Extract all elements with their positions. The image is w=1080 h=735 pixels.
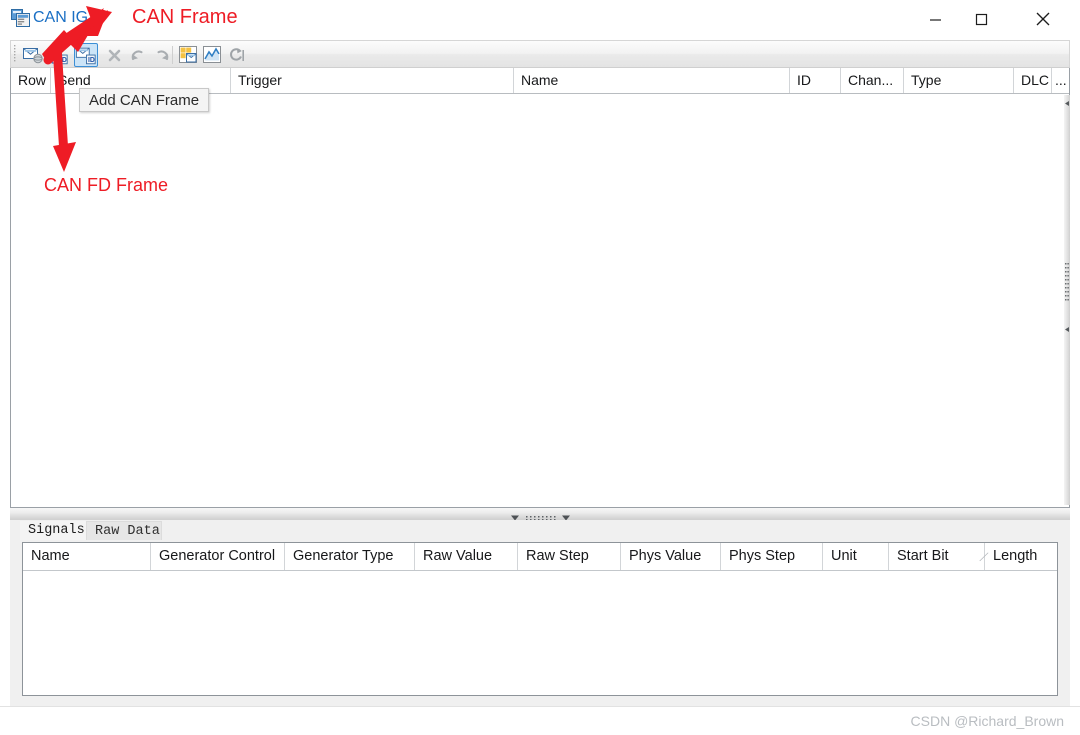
annotation-can-fd-frame: CAN FD Frame (44, 175, 169, 195)
splitter-up-arrow-icon[interactable] (1064, 95, 1070, 106)
signals-column-header-generator-type[interactable]: Generator Type (285, 543, 415, 570)
app-title: CAN IG (33, 9, 89, 26)
status-strip: CSDN @Richard_Brown (0, 706, 1080, 735)
column-header-more[interactable]: ... (1052, 68, 1069, 93)
csdn-watermark: CSDN @Richard_Brown (910, 713, 1064, 729)
signals-table-header: Name Generator Control Generator Type Ra… (23, 543, 1057, 571)
frames-table-panel: Row Send Trigger Name ID Chan... Type DL… (10, 68, 1070, 508)
horizontal-splitter[interactable] (10, 508, 1070, 521)
bottom-tab-strip: Signals Raw Data (10, 520, 1070, 540)
tooltip-add-can-frame: Add CAN Frame (79, 88, 210, 112)
maximize-button[interactable] (958, 0, 1004, 38)
column-header-trigger[interactable]: Trigger (231, 68, 514, 93)
can-ig-window: CAN IG FD ID ID Row Send Trigger Name ID… (0, 0, 1080, 735)
toolbar-drag-grip[interactable] (14, 45, 18, 64)
svg-text:ID: ID (88, 57, 95, 64)
splitter-down-arrow-icon[interactable] (1064, 321, 1070, 332)
column-header-dlc[interactable]: DLC (1014, 68, 1052, 93)
undo-icon[interactable] (127, 44, 149, 66)
signals-table: Name Generator Control Generator Type Ra… (22, 542, 1058, 696)
column-header-row[interactable]: Row (11, 68, 51, 93)
column-header-id[interactable]: ID (790, 68, 841, 93)
vertical-splitter[interactable] (1064, 95, 1070, 505)
add-can-frame-icon[interactable]: ID (74, 43, 98, 67)
splitter-grip-dots (1065, 263, 1069, 315)
database-icon[interactable] (177, 44, 199, 66)
signals-column-header-unit[interactable]: Unit (823, 543, 889, 570)
column-header-type[interactable]: Type (904, 68, 1014, 93)
can-ig-app-icon (11, 9, 30, 27)
signals-column-header-raw-step[interactable]: Raw Step (518, 543, 621, 570)
horizontal-splitter-grip (510, 510, 580, 521)
signals-panel: Signals Raw Data Name Generator Control … (10, 520, 1070, 706)
frames-table-body[interactable] (11, 94, 1069, 506)
redo-icon[interactable] (151, 44, 173, 66)
toolbar: FD ID ID (10, 40, 1070, 68)
toolbar-separator (172, 46, 173, 64)
svg-text:ID: ID (60, 57, 67, 64)
signals-column-header-name[interactable]: Name (23, 543, 151, 570)
refresh-icon[interactable] (225, 44, 247, 66)
svg-text:FD: FD (47, 58, 56, 65)
signals-column-header-phys-value[interactable]: Phys Value (621, 543, 721, 570)
signals-column-header-generator-control[interactable]: Generator Control (151, 543, 285, 570)
column-header-channel[interactable]: Chan... (841, 68, 904, 93)
signals-column-header-start-bit[interactable]: Start Bit (889, 543, 985, 570)
graphics-icon[interactable] (201, 44, 223, 66)
tab-raw-data[interactable]: Raw Data (86, 521, 162, 540)
signals-column-header-raw-value[interactable]: Raw Value (415, 543, 518, 570)
signals-column-header-length[interactable]: Length (985, 543, 1057, 570)
add-frame-node-icon[interactable] (22, 44, 44, 66)
annotation-can-frame: CAN Frame (132, 6, 238, 28)
column-header-name[interactable]: Name (514, 68, 790, 93)
signals-column-header-phys-step[interactable]: Phys Step (721, 543, 823, 570)
tab-signals[interactable]: Signals (20, 521, 86, 540)
delete-icon[interactable] (103, 44, 125, 66)
minimize-button[interactable] (912, 0, 958, 38)
add-can-fd-frame-icon[interactable]: FD ID (47, 44, 69, 66)
close-button[interactable] (1020, 0, 1066, 38)
